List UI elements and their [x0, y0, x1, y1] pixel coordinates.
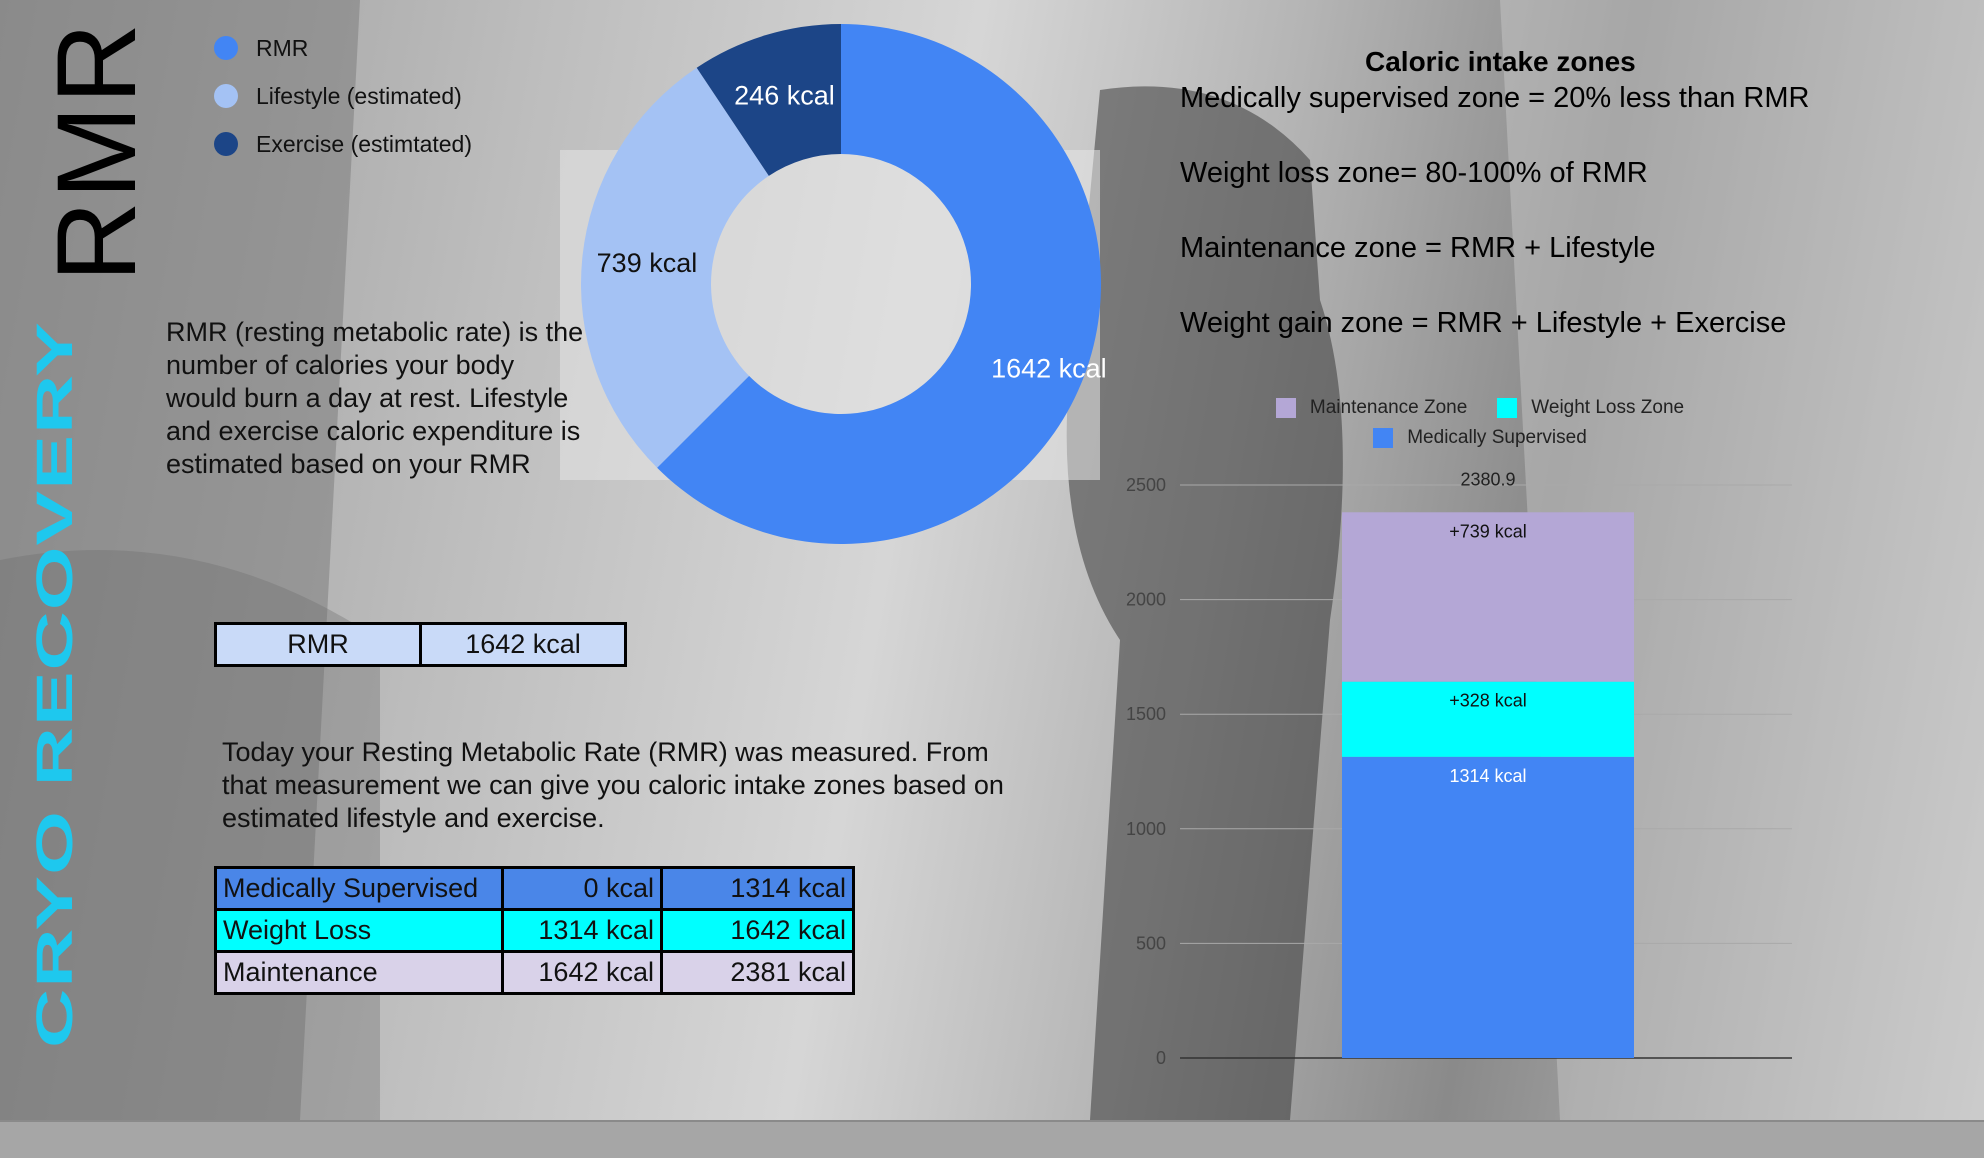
bar-segment [1342, 756, 1634, 1058]
legend-label: Exercise (estimtated) [256, 130, 473, 157]
legend-swatch [214, 36, 238, 60]
legend-item-medical: Medically Supervised [1373, 427, 1587, 449]
zone-from: 1642 kcal [501, 950, 663, 995]
bar-segment-label: 1314 kcal [1449, 766, 1526, 786]
y-tick-label: 500 [1136, 933, 1166, 953]
legend-row: Maintenance Zone Weight Loss Zone [1240, 393, 1720, 423]
page: RMR CRYO RECOVERY RMR Lifestyle (estimat… [0, 0, 1984, 1158]
legend-swatch [1373, 428, 1394, 448]
rmr-table-label: RMR [214, 622, 422, 667]
stacked-bar-chart: 0 500 1000 1500 2000 2500 1314 kcal +328 kcal +7… [1126, 469, 1792, 1068]
brand-logo-text: CRYO RECOVERY [26, 321, 84, 1048]
legend-label: Weight Loss Zone [1531, 397, 1685, 418]
y-tick-label: 2000 [1126, 590, 1166, 610]
bar-segment-label: +739 kcal [1449, 521, 1527, 541]
legend-label: Maintenance Zone [1309, 397, 1468, 418]
zone-line-maintenance: Maintenance zone = RMR + Lifestyle [1180, 232, 1656, 264]
table-row: RMR 1642 kcal [214, 622, 627, 667]
table-row: Medically Supervised 0 kcal 1314 kcal [214, 866, 855, 911]
legend-item-lifestyle: Lifestyle (estimated) [214, 72, 472, 120]
zone-to: 1642 kcal [660, 908, 855, 953]
donut-slice-label: 1642 kcal [991, 353, 1106, 383]
bar-total-label: 2380.9 [1460, 469, 1515, 489]
zone-to: 1314 kcal [660, 866, 855, 911]
legend-swatch [214, 132, 238, 156]
zone-from: 1314 kcal [501, 908, 663, 953]
legend-swatch [1497, 398, 1518, 418]
zones-heading: Caloric intake zones [1365, 46, 1636, 77]
legend-item-rmr: RMR [214, 24, 472, 72]
footer-bar [0, 1120, 1984, 1158]
donut-chart: 1642 kcal 739 kcal 246 kcal [581, 24, 1106, 544]
table-row: Weight Loss 1314 kcal 1642 kcal [214, 908, 855, 953]
donut-legend: RMR Lifestyle (estimated) Exercise (esti… [214, 24, 472, 168]
bar-chart-legend: Maintenance Zone Weight Loss Zone Medica… [1240, 393, 1720, 453]
y-tick-label: 1500 [1126, 704, 1166, 724]
zone-from: 0 kcal [501, 866, 663, 911]
legend-item-maintenance: Maintenance Zone [1275, 397, 1468, 419]
legend-item-exercise: Exercise (estimtated) [214, 120, 472, 168]
rmr-vertical-title: RMR [34, 20, 159, 282]
donut-slice-label: 246 kcal [734, 81, 835, 111]
legend-item-weight-loss: Weight Loss Zone [1497, 397, 1684, 419]
zone-name: Medically Supervised [214, 866, 504, 911]
rmr-table-value: 1642 kcal [419, 622, 627, 667]
bar-segment-label: +328 kcal [1449, 691, 1527, 711]
legend-label: RMR [256, 34, 309, 61]
legend-swatch [1275, 398, 1296, 418]
rmr-value-table: RMR 1642 kcal [214, 622, 627, 667]
zones-table: Medically Supervised 0 kcal 1314 kcal We… [214, 866, 855, 995]
legend-label: Medically Supervised [1407, 427, 1587, 448]
table-row: Maintenance 1642 kcal 2381 kcal [214, 950, 855, 995]
y-tick-label: 0 [1156, 1048, 1166, 1068]
zone-line-weight-loss: Weight loss zone= 80-100% of RMR [1180, 157, 1648, 189]
legend-swatch [214, 84, 238, 108]
donut-slice-label: 739 kcal [597, 248, 698, 278]
zone-line-medical: Medically supervised zone = 20% less tha… [1180, 82, 1810, 114]
rmr-description: RMR (resting metabolic rate) is the numb… [166, 317, 584, 479]
y-tick-label: 2500 [1126, 475, 1166, 495]
zone-to: 2381 kcal [660, 950, 855, 995]
y-tick-label: 1000 [1126, 819, 1166, 839]
legend-row: Medically Supervised [1240, 423, 1720, 453]
zone-line-weight-gain: Weight gain zone = RMR + Lifestyle + Exe… [1180, 307, 1787, 339]
zone-name: Weight Loss [214, 908, 504, 953]
legend-label: Lifestyle (estimated) [256, 82, 462, 109]
measurement-explanation: Today your Resting Metabolic Rate (RMR) … [222, 737, 1004, 833]
zone-name: Maintenance [214, 950, 504, 995]
